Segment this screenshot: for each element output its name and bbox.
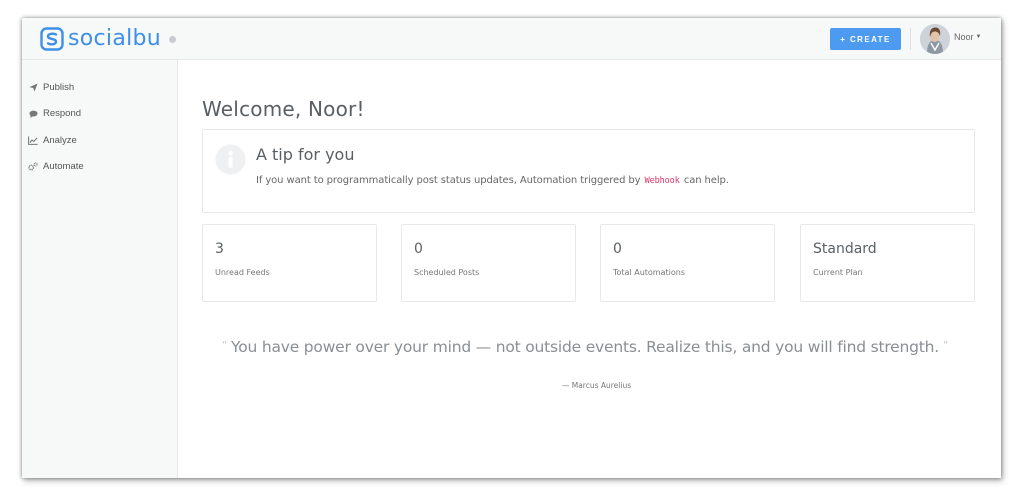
stat-card-unread-feeds[interactable]: 3 Unread Feeds [202,224,377,302]
tip-code-webhook: Webhook [644,176,680,186]
sidebar-item-label: Publish [43,81,75,93]
sidebar-item-automate[interactable]: Automate [22,154,177,181]
sidebar-item-respond[interactable]: Respond [22,101,177,128]
top-navbar: socialbu + CREATE Noor ▼ [22,18,1001,60]
sidebar-item-label: Respond [43,108,82,120]
stat-card-total-automations[interactable]: 0 Total Automations [600,224,775,302]
tip-card: A tip for you If you want to programmati… [202,129,975,213]
user-menu[interactable]: Noor ▼ [954,32,981,42]
status-dot [169,35,177,43]
sidebar-item-label: Automate [43,161,84,173]
main-content: Welcome, Noor! A tip for you If you want… [179,60,1001,478]
page-title: Welcome, Noor! [202,97,365,121]
sidebar-item-publish[interactable]: Publish [22,74,177,101]
info-icon [215,144,246,175]
quote-author: — Marcus Aurelius [561,381,632,390]
sidebar: Publish Respond Analyze Automate [22,60,178,478]
open-quote-mark: “ [222,340,227,351]
stat-label: Total Automations [613,268,685,277]
quote-body: You have power over your mind — not outs… [230,338,940,356]
user-avatar-icon [920,24,950,54]
tip-text-after: can help. [683,175,729,186]
gears-icon [28,162,38,172]
app-window: socialbu + CREATE Noor ▼ Publish Respond… [22,18,1001,478]
close-quote-mark: ” [943,340,948,351]
brand-logo[interactable]: socialbu [40,26,177,52]
line-chart-icon [28,135,38,145]
socialbu-logo-icon [40,27,64,51]
create-button[interactable]: + CREATE [830,28,901,50]
tip-text-before: If you want to programmatically post sta… [256,175,641,186]
avatar[interactable] [920,24,950,54]
stat-value: 0 [414,241,423,257]
stat-value: Standard [813,241,877,257]
tip-title: A tip for you [256,145,355,164]
stat-value: 0 [613,241,622,257]
stat-card-scheduled-posts[interactable]: 0 Scheduled Posts [401,224,576,302]
quote-text: “You have power over your mind — not out… [179,338,991,356]
paper-plane-icon [28,82,38,92]
sidebar-item-label: Analyze [43,134,77,146]
brand-name: socialbu [68,26,162,51]
user-name: Noor [954,32,974,42]
stat-label: Unread Feeds [215,268,270,277]
chat-bubble-icon [28,109,38,119]
stat-value: 3 [215,241,224,257]
stat-card-current-plan[interactable]: Standard Current Plan [800,224,975,302]
stat-label: Current Plan [813,268,863,277]
stat-label: Scheduled Posts [414,268,480,277]
caret-down-icon: ▼ [975,34,982,40]
sidebar-item-analyze[interactable]: Analyze [22,127,177,154]
tip-text: If you want to programmatically post sta… [256,175,729,186]
header-divider [910,28,911,50]
